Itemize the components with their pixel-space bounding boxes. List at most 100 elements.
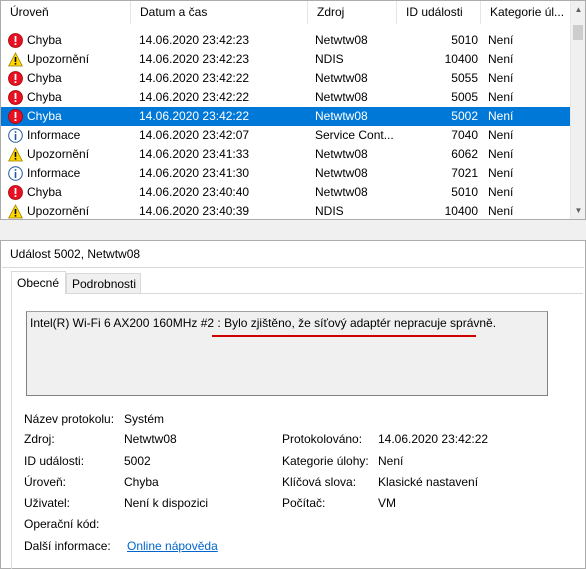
category-cell: Není xyxy=(488,71,514,85)
table-row[interactable]: Informace 14.06.2020 23:41:30 Netwtw08 7021… xyxy=(1,164,570,183)
level-cell: Chyba xyxy=(27,109,62,123)
source-cell: Netwtw08 xyxy=(315,71,368,85)
logged-value: 14.06.2020 23:42:22 xyxy=(378,432,489,446)
category-cell: Není xyxy=(488,204,514,218)
event-id-cell: 10400 xyxy=(444,204,478,218)
category-cell: Není xyxy=(488,147,514,161)
event-id-cell: 6062 xyxy=(451,147,478,161)
vertical-scrollbar[interactable]: ▲ ▼ xyxy=(570,1,585,219)
error-icon xyxy=(8,185,23,200)
column-header-source[interactable]: Zdroj xyxy=(308,1,397,24)
more-info-label: Další informace: xyxy=(24,539,111,553)
level-label: Úroveň: xyxy=(24,475,67,489)
log-name-label: Název protokolu: xyxy=(24,412,115,426)
datetime-cell: 14.06.2020 23:40:39 xyxy=(139,204,250,218)
error-icon xyxy=(8,33,23,48)
description-message: Bylo zjištěno, že síťový adaptér nepracu… xyxy=(224,316,497,330)
source-cell: NDIS xyxy=(315,52,344,66)
source-label: Zdroj: xyxy=(24,432,55,446)
category-cell: Není xyxy=(488,109,514,123)
level-value: Chyba xyxy=(124,475,159,489)
table-row[interactable]: Chyba 14.06.2020 23:42:22 Netwtw08 5005 Není xyxy=(1,88,570,107)
table-row[interactable]: Upozornění 14.06.2020 23:42:23 NDIS 10400 Ne… xyxy=(1,50,570,69)
event-id-value: 5002 xyxy=(124,454,151,468)
detail-title: Událost 5002, Netwtw08 xyxy=(10,247,141,261)
event-id-cell: 5002 xyxy=(451,109,478,123)
opcode-label: Operační kód: xyxy=(24,517,100,531)
tab-general[interactable]: Obecné xyxy=(11,271,66,294)
source-cell: Netwtw08 xyxy=(315,33,368,47)
source-cell: Netwtw08 xyxy=(315,109,368,123)
datetime-cell: 14.06.2020 23:41:33 xyxy=(139,147,250,161)
table-row[interactable]: Chyba 14.06.2020 23:42:22 Netwtw08 5055 Není xyxy=(1,69,570,88)
source-cell: Netwtw08 xyxy=(315,185,368,199)
table-row[interactable]: Informace 14.06.2020 23:42:07 Service Cont… xyxy=(1,126,570,145)
datetime-cell: 14.06.2020 23:42:23 xyxy=(139,52,250,66)
table-row[interactable]: Upozornění 14.06.2020 23:41:33 Netwtw08 606… xyxy=(1,145,570,164)
event-id-cell: 10400 xyxy=(444,52,478,66)
table-row[interactable]: Upozornění 14.06.2020 23:40:39 NDIS 10400 Ne… xyxy=(1,202,570,219)
datetime-cell: 14.06.2020 23:42:07 xyxy=(139,128,250,142)
datetime-cell: 14.06.2020 23:42:23 xyxy=(139,33,250,47)
level-cell: Upozornění xyxy=(27,204,90,218)
column-header-event-id[interactable]: ID události xyxy=(397,1,481,24)
warning-icon xyxy=(8,204,23,219)
tab-details[interactable]: Podrobnosti xyxy=(66,273,141,293)
level-cell: Informace xyxy=(27,128,81,142)
event-description-box[interactable]: Intel(R) Wi-Fi 6 AX200 160MHz #2 : Bylo … xyxy=(26,311,548,396)
computer-label: Počítač: xyxy=(282,496,326,510)
category-cell: Není xyxy=(488,90,514,104)
event-id-cell: 5010 xyxy=(451,185,478,199)
table-row[interactable]: Chyba 14.06.2020 23:42:22 Netwtw08 5002 Není xyxy=(1,107,570,126)
source-value: Netwtw08 xyxy=(124,432,177,446)
source-cell: Netwtw08 xyxy=(315,147,368,161)
level-cell: Chyba xyxy=(27,71,62,85)
column-header-datetime[interactable]: Datum a čas xyxy=(131,1,308,24)
scroll-down-button[interactable]: ▼ xyxy=(571,202,585,219)
category-cell: Není xyxy=(488,166,514,180)
level-cell: Informace xyxy=(27,166,81,180)
source-cell: NDIS xyxy=(315,204,344,218)
computer-value: VM xyxy=(378,496,396,510)
info-icon xyxy=(8,166,23,181)
event-id-cell: 5010 xyxy=(451,33,478,47)
event-description: Intel(R) Wi-Fi 6 AX200 160MHz #2 : Bylo … xyxy=(30,316,496,330)
event-id-label: ID události: xyxy=(24,454,85,468)
event-id-cell: 5005 xyxy=(451,90,478,104)
pane-splitter[interactable] xyxy=(0,220,586,240)
datetime-cell: 14.06.2020 23:42:22 xyxy=(139,109,250,123)
category-cell: Není xyxy=(488,185,514,199)
datetime-cell: 14.06.2020 23:40:40 xyxy=(139,185,250,199)
warning-icon xyxy=(8,52,23,67)
column-header-level[interactable]: Úroveň xyxy=(1,1,131,24)
category-cell: Není xyxy=(488,128,514,142)
column-header-task-category[interactable]: Kategorie úl... xyxy=(481,1,570,24)
error-icon xyxy=(8,109,23,124)
table-row[interactable]: Chyba 14.06.2020 23:40:40 Netwtw08 5010 Není xyxy=(1,183,570,202)
error-icon xyxy=(8,90,23,105)
source-cell: Netwtw08 xyxy=(315,90,368,104)
error-icon xyxy=(8,71,23,86)
keywords-value: Klasické nastavení xyxy=(378,475,479,489)
keywords-label: Klíčová slova: xyxy=(282,475,357,489)
user-label: Uživatel: xyxy=(24,496,71,510)
category-cell: Není xyxy=(488,52,514,66)
source-cell: Netwtw08 xyxy=(315,166,368,180)
level-cell: Chyba xyxy=(27,185,62,199)
event-list[interactable]: Úroveň Datum a čas Zdroj ID události Kat… xyxy=(0,0,586,220)
task-category-label: Kategorie úlohy: xyxy=(282,454,369,468)
event-id-cell: 7021 xyxy=(451,166,478,180)
scroll-thumb[interactable] xyxy=(573,25,583,40)
user-value: Není k dispozici xyxy=(124,496,209,510)
log-name-value: Systém xyxy=(124,412,165,426)
scroll-up-button[interactable]: ▲ xyxy=(571,1,585,18)
info-icon xyxy=(8,128,23,143)
column-header-row: Úroveň Datum a čas Zdroj ID události Kat… xyxy=(1,1,570,24)
online-help-link[interactable]: Online nápověda xyxy=(127,539,218,553)
logged-label: Protokolováno: xyxy=(282,432,363,446)
level-cell: Upozornění xyxy=(27,52,90,66)
datetime-cell: 14.06.2020 23:42:22 xyxy=(139,71,250,85)
datetime-cell: 14.06.2020 23:41:30 xyxy=(139,166,250,180)
table-row[interactable]: Chyba 14.06.2020 23:42:23 Netwtw08 5010 Není xyxy=(1,31,570,50)
event-id-cell: 7040 xyxy=(451,128,478,142)
